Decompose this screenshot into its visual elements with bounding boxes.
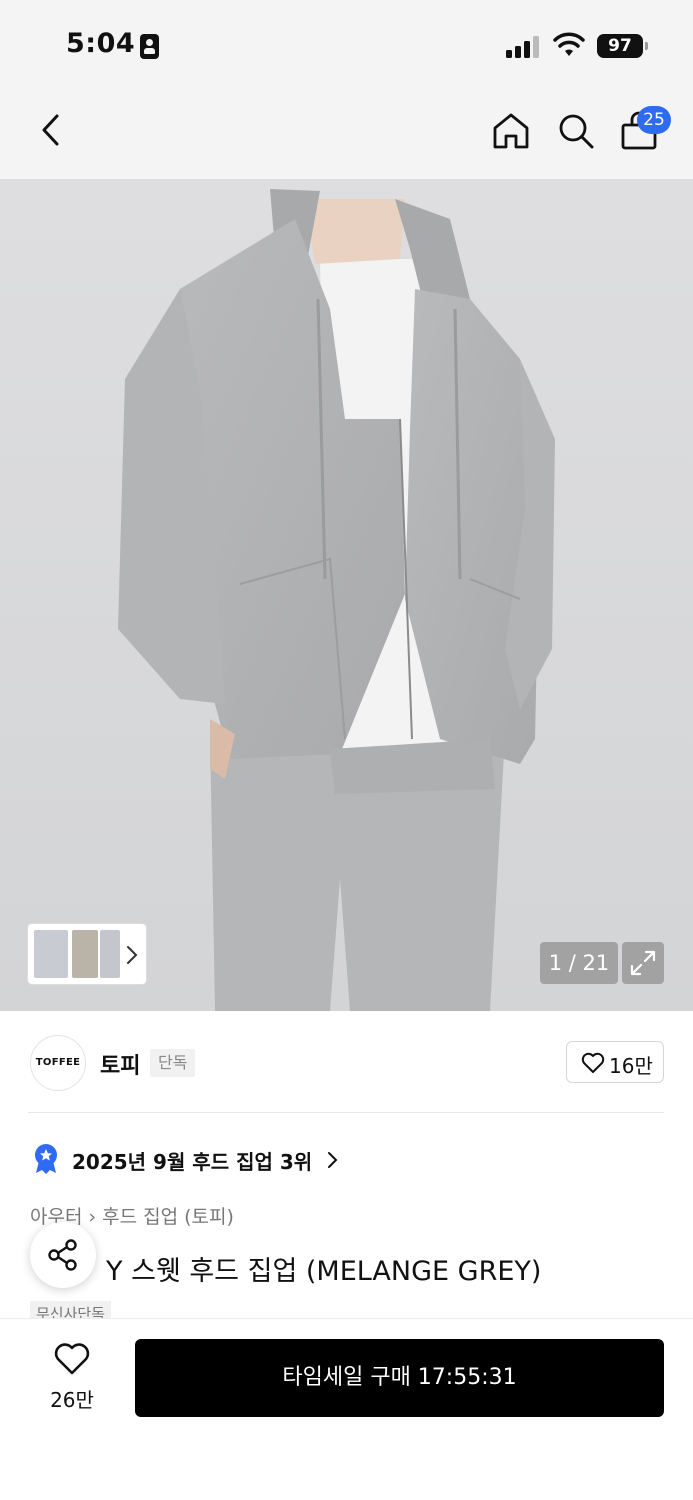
wifi-icon — [553, 32, 585, 56]
brand-like-count: 16만 — [609, 1054, 653, 1078]
wishlist-count: 26만 — [50, 1388, 94, 1412]
brand-logo[interactable]: TOFFEE — [30, 1035, 86, 1091]
contact-card-icon — [140, 34, 159, 59]
product-image[interactable] — [0, 179, 693, 1011]
status-bar: 5:04 97 — [0, 0, 693, 92]
cart-count-badge: 25 — [637, 106, 671, 134]
status-time: 5:04 — [66, 28, 136, 59]
chevron-left-icon[interactable] — [36, 112, 66, 148]
ranking-link[interactable]: 2025년 9월 후드 집업 3위 — [72, 1146, 312, 1175]
signal-icon — [506, 36, 542, 58]
search-icon[interactable] — [555, 110, 597, 152]
ranking-badge-icon — [35, 1144, 57, 1174]
product-title: Y 스웻 후드 집업 (MELANGE GREY) — [106, 1256, 542, 1287]
brand-name[interactable]: 토피 — [100, 1048, 140, 1080]
model-photo — [118, 189, 555, 1011]
brand-exclusive-tag: 단독 — [150, 1049, 196, 1077]
image-page-counter: 1 / 21 — [540, 942, 618, 984]
expand-button[interactable] — [622, 942, 664, 984]
thumbnail-2[interactable] — [72, 930, 98, 978]
chevron-right-icon[interactable] — [124, 944, 140, 966]
brand-like-button[interactable]: 16만 — [566, 1041, 664, 1083]
heart-icon — [54, 1343, 90, 1375]
wishlist-button[interactable]: 26만 — [40, 1342, 104, 1414]
divider — [28, 1112, 664, 1113]
share-icon — [48, 1239, 77, 1271]
buy-button[interactable]: 타임세일 구매 17:55:31 — [135, 1339, 664, 1417]
battery-indicator: 97 — [597, 34, 648, 58]
home-icon[interactable] — [490, 110, 532, 152]
chevron-right-icon[interactable] — [326, 1150, 340, 1170]
heart-icon — [581, 1052, 605, 1073]
thumbnail-1[interactable] — [34, 930, 68, 978]
share-button[interactable] — [30, 1222, 96, 1288]
expand-icon — [630, 950, 656, 976]
thumbnail-3[interactable] — [100, 930, 120, 978]
